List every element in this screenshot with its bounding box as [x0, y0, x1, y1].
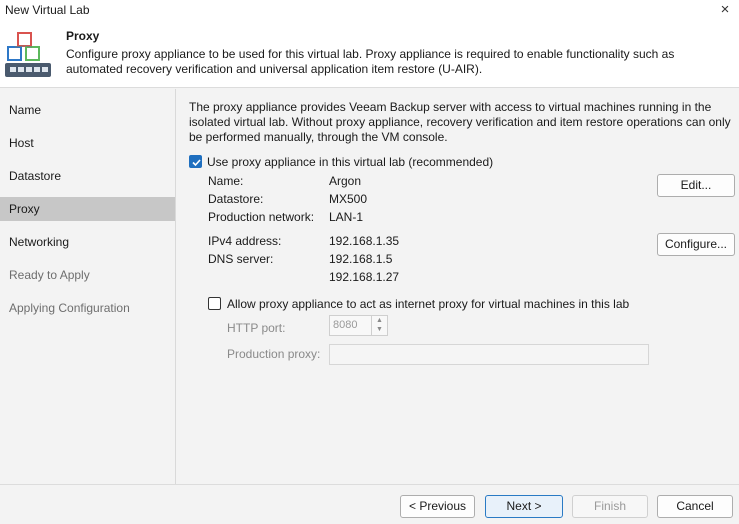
ipv4-label: IPv4 address:	[208, 234, 282, 248]
previous-button[interactable]: < Previous	[400, 495, 475, 518]
name-label: Name:	[208, 174, 244, 188]
sidebar-item-proxy[interactable]: Proxy	[0, 197, 175, 221]
use-proxy-checkbox[interactable]	[189, 155, 202, 168]
production-network-label: Production network:	[208, 210, 315, 224]
finish-button: Finish	[572, 495, 648, 518]
wizard-header: Proxy Configure proxy appliance to be us…	[0, 22, 739, 88]
datastore-label: Datastore:	[208, 192, 264, 206]
window-title: New Virtual Lab	[5, 3, 90, 17]
use-proxy-label[interactable]: Use proxy appliance in this virtual lab …	[207, 155, 493, 169]
wizard-footer: < Previous Next > Finish Cancel	[0, 484, 739, 524]
sidebar-item-networking[interactable]: Networking	[0, 230, 175, 254]
production-proxy-field	[329, 344, 649, 365]
close-icon[interactable]: ×	[717, 1, 733, 19]
intro-text: The proxy appliance provides Veeam Backu…	[189, 100, 731, 144]
edit-button[interactable]: Edit...	[657, 174, 735, 197]
checkmark-icon	[192, 159, 201, 167]
name-value: Argon	[329, 174, 362, 188]
sidebar-item-host[interactable]: Host	[0, 131, 175, 155]
internet-proxy-label[interactable]: Allow proxy appliance to act as internet…	[227, 297, 629, 311]
chevron-up-icon: ▲	[376, 317, 383, 324]
sidebar-item-name[interactable]: Name	[0, 98, 175, 122]
dns-label: DNS server:	[208, 252, 274, 266]
next-button[interactable]: Next >	[485, 495, 563, 518]
http-port-stepper: 8080 ▲ ▼	[329, 315, 388, 336]
sidebar-item-datastore[interactable]: Datastore	[0, 164, 175, 188]
page-description: Configure proxy appliance to be used for…	[66, 47, 675, 76]
dns-value-secondary: 192.168.1.27	[329, 270, 400, 284]
datastore-value: MX500	[329, 192, 368, 206]
wizard-steps: Name Host Datastore Proxy Networking Rea…	[0, 89, 176, 484]
title-bar: New Virtual Lab ×	[0, 0, 739, 22]
chevron-down-icon: ▼	[376, 326, 383, 333]
sidebar-item-applying-configuration: Applying Configuration	[9, 301, 130, 315]
sidebar-item-ready-to-apply: Ready to Apply	[9, 268, 90, 282]
internet-proxy-checkbox[interactable]	[208, 297, 221, 310]
http-port-label: HTTP port:	[227, 321, 286, 335]
dns-value-primary: 192.168.1.5	[329, 252, 393, 266]
page-title: Proxy	[66, 29, 100, 43]
configure-button[interactable]: Configure...	[657, 233, 735, 256]
cancel-button[interactable]: Cancel	[657, 495, 733, 518]
proxy-settings-panel: The proxy appliance provides Veeam Backu…	[176, 89, 739, 484]
stepper-arrows: ▲ ▼	[371, 316, 387, 335]
production-proxy-label: Production proxy:	[227, 347, 321, 361]
production-network-value: LAN-1	[329, 210, 364, 224]
ipv4-value: 192.168.1.35	[329, 234, 400, 248]
virtual-lab-icon	[5, 32, 51, 77]
http-port-value: 8080	[333, 319, 358, 331]
